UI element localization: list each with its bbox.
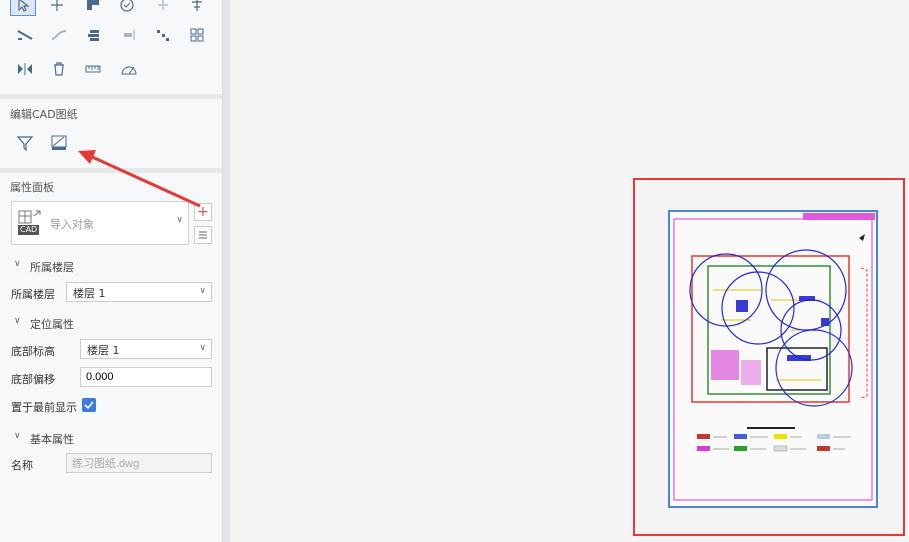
name-label: 名称 bbox=[11, 459, 33, 472]
divider bbox=[0, 94, 222, 99]
cad-layer-icon[interactable] bbox=[46, 132, 72, 154]
collapse-icon[interactable]: ∨ bbox=[14, 316, 21, 326]
chevron-down-icon: ∨ bbox=[176, 215, 183, 225]
move-icon[interactable] bbox=[44, 0, 70, 16]
collapse-icon[interactable]: ∨ bbox=[14, 431, 21, 441]
legend-title-line bbox=[747, 427, 795, 429]
circle-check-icon[interactable] bbox=[114, 0, 140, 16]
trash-icon[interactable] bbox=[46, 58, 72, 80]
wall-icon[interactable] bbox=[80, 0, 106, 16]
cad-drawing bbox=[668, 210, 878, 508]
cad-badge: CAD bbox=[18, 225, 40, 235]
chevron-down-icon: ∨ bbox=[199, 286, 206, 296]
name-input bbox=[66, 453, 212, 473]
base-elevation-label: 底部标高 bbox=[11, 345, 55, 358]
align-icon[interactable] bbox=[184, 0, 210, 16]
divider bbox=[0, 168, 222, 173]
select-icon[interactable] bbox=[10, 0, 36, 16]
floor-group-title: 所属楼层 bbox=[30, 261, 74, 274]
cad-file-icon: CAD bbox=[18, 210, 42, 236]
floor-select[interactable]: 楼层 1 ∨ bbox=[66, 282, 212, 302]
property-panel-title: 属性面板 bbox=[10, 181, 54, 194]
crosshair-icon[interactable] bbox=[150, 0, 176, 16]
collapse-icon[interactable]: ∨ bbox=[14, 259, 21, 269]
base-elevation-select[interactable]: 楼层 1 ∨ bbox=[80, 339, 212, 359]
base-offset-input[interactable] bbox=[80, 367, 212, 387]
filter-icon[interactable] bbox=[12, 132, 38, 154]
stack-icon[interactable] bbox=[80, 24, 106, 46]
bring-front-checkbox[interactable] bbox=[82, 398, 96, 412]
import-object-select[interactable]: CAD 导入对象 ∨ bbox=[11, 201, 189, 245]
settings-list-icon bbox=[199, 231, 207, 239]
base-elevation-value: 楼层 1 bbox=[87, 344, 120, 357]
drawing-canvas[interactable] bbox=[231, 0, 909, 542]
grid-icon[interactable] bbox=[184, 24, 210, 46]
plus-icon: + bbox=[197, 204, 209, 220]
scatter-icon[interactable] bbox=[150, 24, 176, 46]
check-icon bbox=[84, 401, 94, 410]
basic-group-title: 基本属性 bbox=[30, 433, 74, 446]
mirror-icon[interactable] bbox=[12, 58, 38, 80]
settings-button[interactable] bbox=[194, 226, 212, 244]
floor-value: 楼层 1 bbox=[73, 287, 106, 300]
left-sidebar: 编辑CAD图纸 属性面板 CAD 导入对象 ∨ + ∨ 所属楼层 所属楼层 楼层… bbox=[0, 0, 223, 542]
split-icon[interactable] bbox=[116, 24, 142, 46]
cad-edit-title: 编辑CAD图纸 bbox=[10, 108, 78, 121]
base-offset-label: 底部偏移 bbox=[11, 373, 55, 386]
floor-label: 所属楼层 bbox=[11, 288, 55, 301]
title-block bbox=[803, 213, 875, 220]
position-group-title: 定位属性 bbox=[30, 318, 74, 331]
add-button[interactable]: + bbox=[194, 203, 212, 221]
splitter[interactable] bbox=[223, 0, 230, 542]
protractor-icon[interactable] bbox=[116, 58, 142, 80]
diagonal-icon[interactable] bbox=[12, 24, 38, 46]
bring-front-label: 置于最前显示 bbox=[11, 401, 77, 414]
curve-icon[interactable] bbox=[46, 24, 72, 46]
chevron-down-icon: ∨ bbox=[199, 343, 206, 353]
import-object-placeholder: 导入对象 bbox=[50, 218, 94, 231]
ruler-icon[interactable] bbox=[80, 58, 106, 80]
